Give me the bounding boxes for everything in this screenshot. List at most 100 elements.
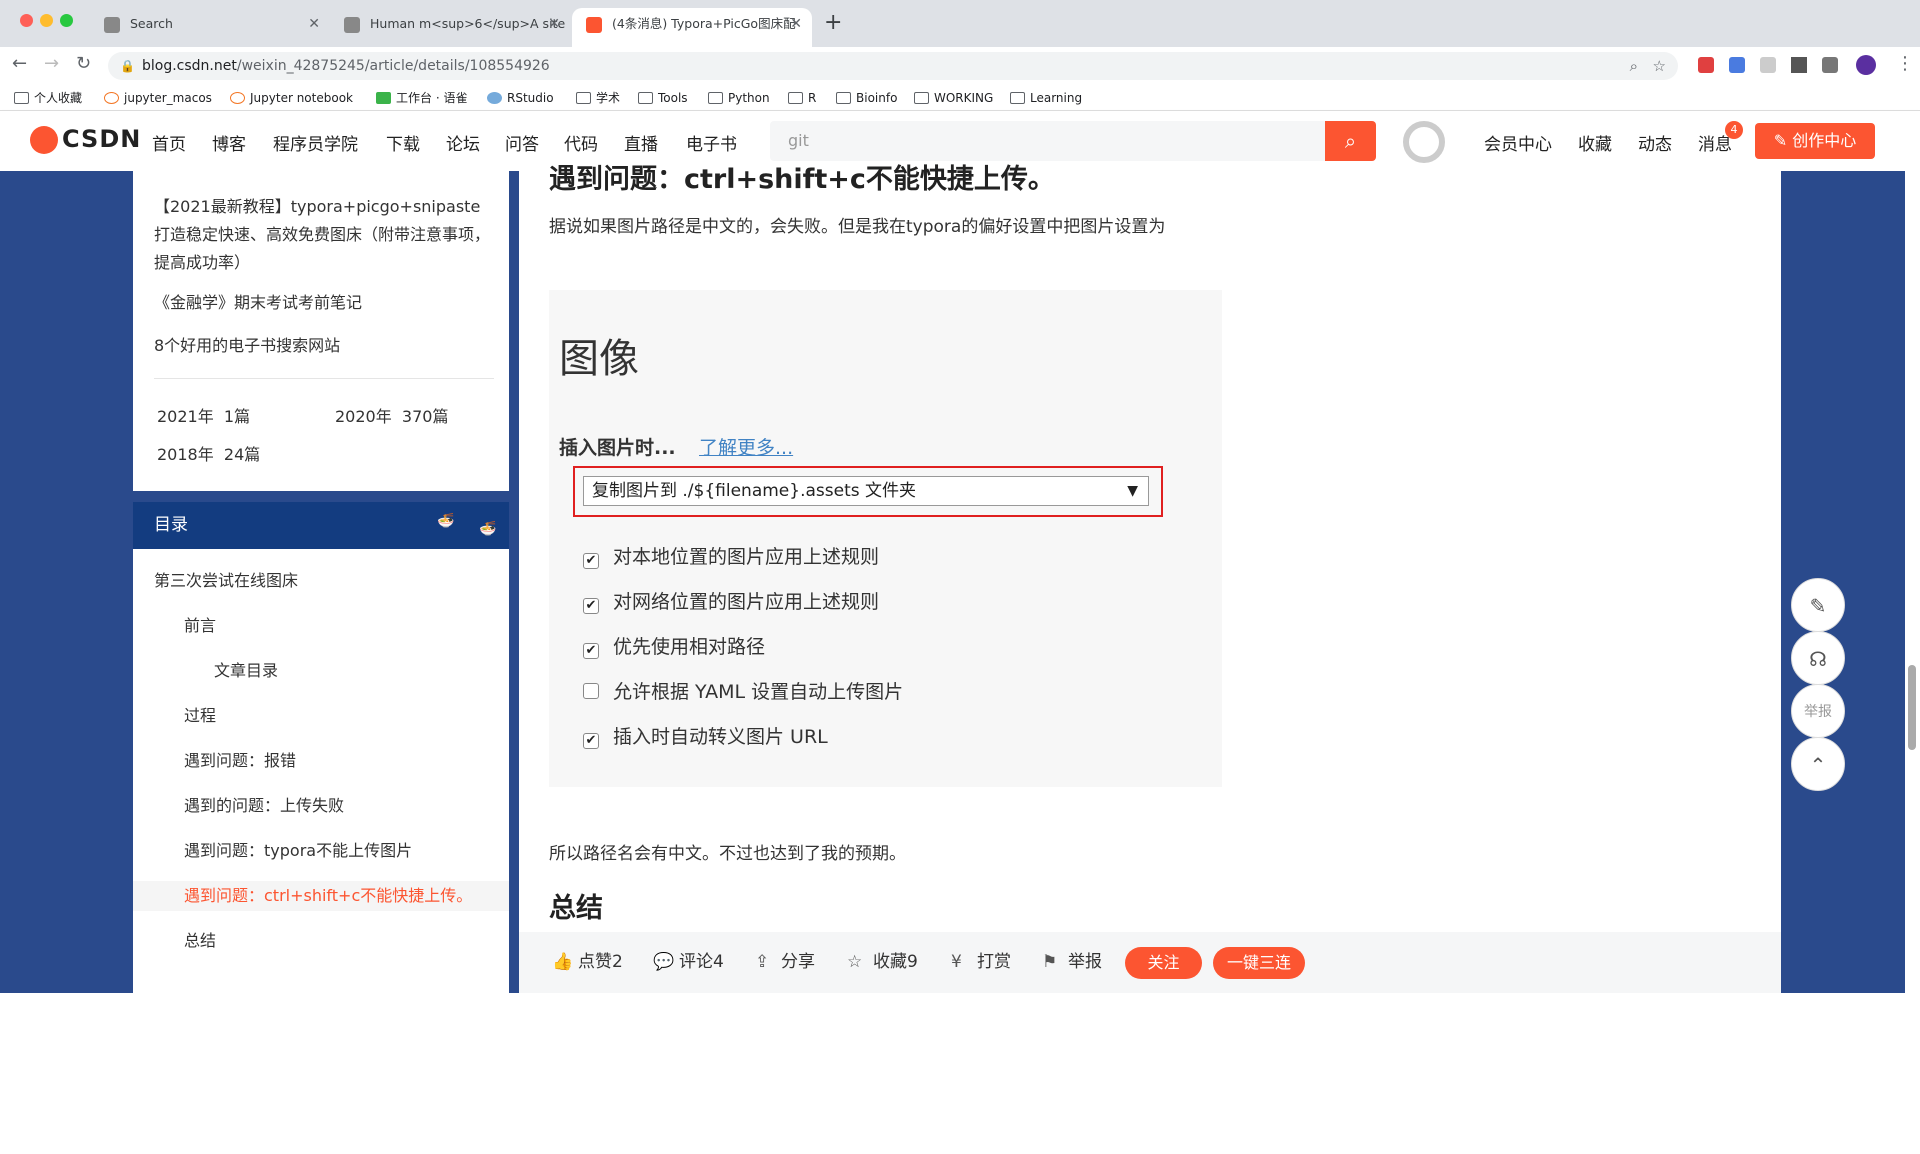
puzzle-icon[interactable]	[1822, 57, 1838, 73]
toc-item[interactable]: 过程	[133, 701, 509, 731]
checkbox-row: ✔ 优先使用相对路径	[583, 632, 765, 659]
nav-academy[interactable]: 程序员学院	[273, 130, 358, 155]
nav-activity[interactable]: 动态	[1638, 130, 1672, 155]
nav-qa[interactable]: 问答	[505, 130, 539, 155]
comment-button[interactable]: 💬 评论4	[653, 932, 724, 993]
bookmark-star-icon[interactable]: ☆	[1653, 52, 1666, 80]
close-tab-icon[interactable]: ✕	[790, 8, 802, 40]
like-button[interactable]: 👍 点赞2	[552, 932, 623, 993]
search-input[interactable]: git	[770, 121, 1325, 161]
new-tab-button[interactable]: +	[824, 10, 842, 35]
bookmark-item[interactable]: RStudio	[487, 85, 554, 111]
close-tab-icon[interactable]: ✕	[548, 8, 560, 40]
search-button[interactable]: ⌕	[1325, 121, 1376, 161]
maximize-window-button[interactable]	[60, 14, 73, 27]
close-window-button[interactable]	[20, 14, 33, 27]
csdn-logo[interactable]: CSDN	[30, 125, 141, 154]
support-float-button[interactable]: ☊	[1791, 631, 1845, 685]
extension-icon[interactable]	[1698, 57, 1714, 73]
bookmark-item[interactable]: 工作台 · 语雀	[376, 85, 467, 111]
jupyter-icon	[230, 92, 245, 104]
toc-item[interactable]: 遇到的问题：上传失败	[133, 791, 509, 821]
dropdown-arrow-icon: ▼	[1127, 483, 1138, 499]
collect-button[interactable]: ☆ 收藏9	[847, 932, 918, 993]
minimize-window-button[interactable]	[40, 14, 53, 27]
bookmark-item[interactable]: Learning	[1010, 85, 1082, 111]
arrow-up-icon: ⌃	[1809, 753, 1827, 777]
archive-item[interactable]: 2021年 1篇	[157, 403, 250, 427]
toc-item[interactable]: 遇到问题：typora不能上传图片	[133, 836, 509, 866]
create-center-button[interactable]: ✎ 创作中心	[1755, 123, 1875, 159]
toc-item-active[interactable]: 遇到问题：ctrl+shift+c不能快捷上传。	[133, 881, 509, 911]
bookmark-item[interactable]: 学术	[576, 85, 620, 111]
recommended-article[interactable]: 《金融学》期末考试考前笔记	[154, 289, 494, 317]
recommended-article[interactable]: 8个好用的电子书搜索网站	[154, 332, 494, 360]
zoom-icon[interactable]: ⌕	[1630, 52, 1638, 80]
follow-button[interactable]: 关注	[1125, 947, 1202, 979]
nav-live[interactable]: 直播	[624, 130, 658, 155]
nav-ebook[interactable]: 电子书	[686, 130, 737, 155]
thumbs-up-icon: 👍	[552, 952, 574, 972]
recommended-article[interactable]: 【2021最新教程】typora+picgo+snipaste打造稳定快速、高效…	[154, 193, 494, 277]
bookmark-item[interactable]: R	[788, 85, 816, 111]
c-avatar-icon[interactable]	[1403, 121, 1445, 163]
report-button[interactable]: ⚑ 举报	[1042, 932, 1102, 993]
bookmark-item[interactable]: Bioinfo	[836, 85, 897, 111]
close-tab-icon[interactable]: ✕	[308, 8, 320, 40]
folder-icon	[914, 92, 929, 104]
paragraph: 所以路径名会有中文。不过也达到了我的预期。	[549, 844, 906, 864]
toc-item[interactable]: 第三次尝试在线图床	[133, 566, 509, 596]
share-icon: ⇪	[755, 952, 770, 972]
forward-icon[interactable]: →	[44, 53, 59, 74]
reward-button[interactable]: ¥ 打赏	[951, 932, 1011, 993]
back-icon[interactable]: ←	[12, 53, 27, 74]
toc-item[interactable]: 文章目录	[133, 656, 509, 686]
reload-icon[interactable]: ↻	[76, 53, 91, 74]
menu-icon[interactable]: ⋮	[1896, 53, 1914, 74]
bookmark-item[interactable]: Tools	[638, 85, 688, 111]
toc-item[interactable]: 前言	[133, 611, 509, 641]
tab-favicon-icon	[344, 17, 360, 33]
archive-item[interactable]: 2020年 370篇	[335, 403, 448, 427]
extension-icon[interactable]	[1729, 57, 1745, 73]
write-float-button[interactable]: ✎	[1791, 578, 1845, 632]
browser-tab-human[interactable]: Human m<sup>6</sup>A site ✕	[330, 8, 570, 47]
bookmarks-bar: 个人收藏 jupyter_macos Jupyter notebook 工作台 …	[0, 85, 1920, 111]
browser-tab-search[interactable]: Search ✕	[90, 8, 330, 47]
toc-item[interactable]: 遇到问题：报错	[133, 746, 509, 776]
triple-action-button[interactable]: 一键三连	[1213, 947, 1305, 979]
share-button[interactable]: ⇪ 分享	[755, 932, 815, 993]
back-to-top-button[interactable]: ⌃	[1791, 737, 1845, 791]
nav-blog[interactable]: 博客	[212, 130, 246, 155]
checkbox-checked-icon: ✔	[583, 733, 599, 749]
nav-home[interactable]: 首页	[152, 130, 186, 155]
browser-tab-csdn[interactable]: (4条消息) Typora+PicGo图床配 ✕	[572, 8, 812, 47]
nav-forum[interactable]: 论坛	[446, 130, 480, 155]
learn-more-link: 了解更多...	[699, 437, 794, 459]
bookmark-item[interactable]: jupyter_macos	[104, 85, 212, 111]
nav-download[interactable]: 下载	[386, 130, 420, 155]
bookmark-item[interactable]: Python	[708, 85, 770, 111]
bookmark-item[interactable]: 个人收藏	[14, 85, 82, 111]
section-heading-partial: 遇到问题：ctrl+shift+c不能快捷上传。	[549, 164, 1055, 195]
extension-icon[interactable]	[1760, 57, 1776, 73]
nav-code[interactable]: 代码	[564, 130, 598, 155]
profile-avatar[interactable]	[1856, 55, 1876, 75]
toc-item[interactable]: 总结	[133, 926, 509, 956]
comment-icon: 💬	[653, 952, 675, 972]
address-bar[interactable]: 🔒 blog.csdn.net/weixin_42875245/article/…	[108, 52, 1678, 80]
folder-icon	[14, 92, 29, 104]
bookmark-item[interactable]: Jupyter notebook	[230, 85, 353, 111]
bookmark-item[interactable]: WORKING	[914, 85, 993, 111]
nav-favorites[interactable]: 收藏	[1578, 130, 1612, 155]
section-heading-summary: 总结	[549, 893, 603, 924]
scrollbar-thumb[interactable]	[1908, 665, 1916, 750]
nav-member-center[interactable]: 会员中心	[1484, 130, 1552, 155]
sidebar-card: 【2021最新教程】typora+picgo+snipaste打造稳定快速、高效…	[133, 171, 509, 491]
scrollbar-track[interactable]	[1905, 171, 1920, 993]
folder-icon	[638, 92, 653, 104]
report-float-button[interactable]: 举报	[1791, 684, 1845, 738]
extension-icon[interactable]	[1791, 57, 1807, 73]
checkbox-row: ✔ 对网络位置的图片应用上述规则	[583, 587, 879, 614]
archive-item[interactable]: 2018年 24篇	[157, 441, 260, 465]
